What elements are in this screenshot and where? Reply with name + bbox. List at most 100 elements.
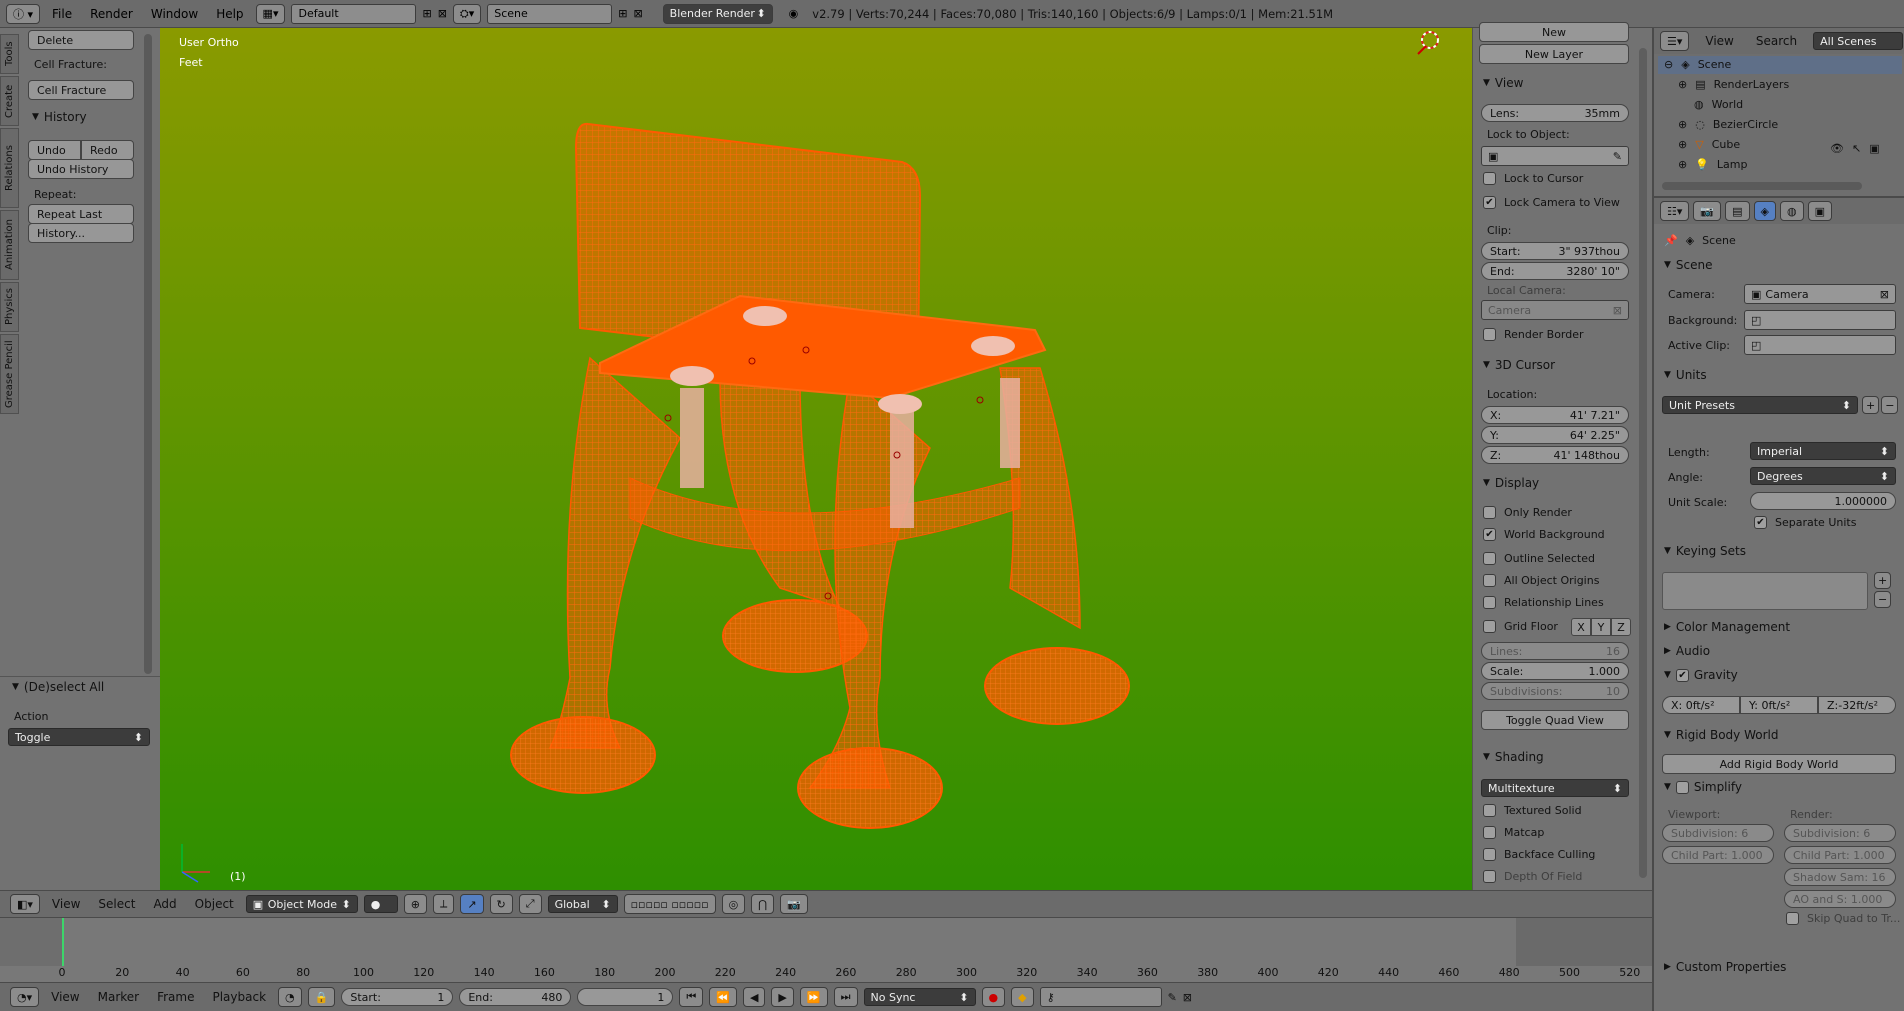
keying-sets-panel-header[interactable]: ▼ Keying Sets — [1664, 544, 1746, 558]
3d-cursor-panel-header[interactable]: ▼ 3D Cursor — [1483, 358, 1555, 372]
depth-of-field-row[interactable]: Depth Of Field — [1483, 870, 1582, 883]
properties-editor-button[interactable]: ☷▾ — [1660, 201, 1690, 221]
menu-select[interactable]: Select — [92, 897, 141, 911]
add-rigid-body-world-button[interactable]: Add Rigid Body World — [1662, 754, 1896, 774]
tab-create[interactable]: Create — [0, 76, 19, 126]
render-child-particles-field[interactable]: Child Part: 1.000 — [1784, 846, 1896, 864]
mode-dropdown[interactable]: ▣ Object Mode ⬍ — [245, 895, 358, 913]
axis-y-toggle[interactable]: Y — [1591, 618, 1611, 636]
only-render-row[interactable]: Only Render — [1483, 506, 1572, 519]
toggle-quad-view-button[interactable]: Toggle Quad View — [1481, 710, 1629, 730]
close-icon[interactable]: ⊠ — [1613, 304, 1622, 317]
render-subdivision-field[interactable]: Subdivision: 6 — [1784, 824, 1896, 842]
local-camera-field[interactable]: Camera ⊠ — [1481, 300, 1629, 320]
render-border-row[interactable]: Render Border — [1483, 328, 1584, 341]
viewport-child-particles-field[interactable]: Child Part: 1.000 — [1662, 846, 1774, 864]
audio-panel-header[interactable]: ▶ Audio — [1664, 644, 1710, 658]
rotate-manipulator[interactable]: ↻ — [489, 894, 513, 914]
add-layout-icon[interactable]: ⊞ — [422, 7, 431, 20]
outliner-item-cube[interactable]: ⊕ ▽ Cube — [1678, 138, 1740, 151]
layers-widget[interactable]: ▫▫▫▫▫ ▫▫▫▫▫ — [623, 894, 716, 914]
separate-units-checkbox[interactable]: ✔ — [1754, 516, 1767, 529]
lens-field[interactable]: Lens: 35mm — [1481, 104, 1629, 122]
outliner-editor-button[interactable]: ☰▾ — [1660, 31, 1690, 51]
tab-relations[interactable]: Relations — [0, 128, 19, 208]
eye-icon[interactable]: 👁 — [1830, 142, 1844, 155]
grid-lines-field[interactable]: Lines: 16 — [1481, 642, 1629, 660]
jump-start-button[interactable]: ⏮ — [679, 987, 704, 1007]
keying-sets-list[interactable] — [1662, 572, 1868, 610]
history-panel-header[interactable]: ▼ History — [32, 110, 87, 124]
timeline-menu-marker[interactable]: Marker — [92, 990, 145, 1004]
only-render-checkbox[interactable] — [1483, 506, 1496, 519]
display-panel-header[interactable]: ▼ Display — [1483, 476, 1539, 490]
preview-range-button[interactable]: ◔ — [278, 987, 302, 1007]
undo-history-button[interactable]: Undo History — [28, 159, 134, 179]
tab-grease-pencil[interactable]: Grease Pencil — [0, 334, 19, 414]
outline-selected-row[interactable]: Outline Selected — [1483, 552, 1595, 565]
layers-tab-icon[interactable]: ▤ — [1725, 201, 1750, 221]
axis-x-toggle[interactable]: X — [1571, 618, 1591, 636]
history-button[interactable]: History... — [28, 223, 134, 243]
background-field[interactable]: ◰ — [1744, 310, 1896, 330]
add-preset-icon[interactable]: + — [1862, 396, 1880, 414]
tab-tools[interactable]: Tools — [0, 34, 19, 74]
timeline-menu-frame[interactable]: Frame — [151, 990, 200, 1004]
timeline-menu-view[interactable]: View — [45, 990, 85, 1004]
remove-layout-icon[interactable]: ⊠ — [438, 7, 447, 20]
unit-scale-field[interactable]: 1.000000 — [1750, 492, 1896, 510]
menu-render[interactable]: Render — [84, 7, 139, 21]
layout-name-field[interactable]: Default — [291, 3, 417, 24]
cursor-y-field[interactable]: Y: 64' 2.25" — [1481, 426, 1629, 444]
lock-to-cursor-checkbox[interactable] — [1483, 172, 1496, 185]
scene-tab-icon[interactable]: ◈ — [1753, 201, 1776, 221]
view-panel-header[interactable]: ▼ View — [1483, 76, 1523, 90]
textured-solid-checkbox[interactable] — [1483, 804, 1496, 817]
gravity-x-field[interactable]: X: 0ft/s² — [1662, 696, 1740, 714]
all-origins-row[interactable]: All Object Origins — [1483, 574, 1599, 587]
outliner-item-world[interactable]: ◍ World — [1694, 98, 1743, 111]
gravity-y-field[interactable]: Y: 0ft/s² — [1740, 696, 1818, 714]
skip-quad-checkbox[interactable] — [1786, 912, 1799, 925]
clip-start-field[interactable]: Start: 3" 937thou — [1481, 242, 1629, 260]
separate-units-row[interactable]: ✔ Separate Units — [1754, 516, 1856, 529]
viewport-subdivision-field[interactable]: Subdivision: 6 — [1662, 824, 1774, 842]
timeline-menu-playback[interactable]: Playback — [206, 990, 272, 1004]
axis-z-toggle[interactable]: Z — [1611, 618, 1631, 636]
action-dropdown[interactable]: Toggle ⬍ — [8, 728, 150, 746]
angle-dropdown[interactable]: Degrees ⬍ — [1750, 467, 1896, 485]
info-editor-button[interactable]: ⓘ ▾ — [6, 3, 41, 24]
simplify-panel-header[interactable]: ▼ Simplify — [1664, 780, 1742, 794]
insert-keyframe-icon[interactable]: ✎ — [1168, 991, 1177, 1004]
menu-help[interactable]: Help — [210, 7, 249, 21]
menu-object[interactable]: Object — [189, 897, 240, 911]
add-keying-set-icon[interactable]: + — [1874, 572, 1892, 589]
scene-name-field[interactable]: Scene — [487, 3, 613, 24]
delete-keyframe-icon[interactable]: ⊠ — [1183, 991, 1192, 1004]
record-button[interactable]: ● — [981, 987, 1006, 1007]
new-layer-button[interactable]: New Layer — [1479, 44, 1629, 64]
npanel-scrollbar[interactable] — [1639, 48, 1647, 878]
3d-viewport[interactable]: User Ortho Feet (1) — [160, 28, 1472, 890]
unit-presets-dropdown[interactable]: Unit Presets ⬍ — [1662, 396, 1858, 414]
render-icon[interactable]: ▣ — [1869, 142, 1879, 155]
scene-browse-button[interactable]: ⛭▾ — [452, 3, 482, 24]
matcap-row[interactable]: Matcap — [1483, 826, 1544, 839]
redo-button[interactable]: Redo — [81, 140, 134, 160]
render-engine-dropdown[interactable]: Blender Render ⬍ — [662, 3, 773, 24]
shading-mode-dropdown[interactable]: Multitexture ⬍ — [1481, 779, 1629, 797]
lock-camera-row[interactable]: ✔ Lock Camera to View — [1483, 196, 1620, 209]
cursor-z-field[interactable]: Z: 41' 148thou — [1481, 446, 1629, 464]
new-grease-button[interactable]: New — [1479, 22, 1629, 42]
relationship-lines-row[interactable]: Relationship Lines — [1483, 596, 1604, 609]
shadow-samples-field[interactable]: Shadow Sam: 16 — [1784, 868, 1896, 886]
matcap-checkbox[interactable] — [1483, 826, 1496, 839]
pin-icon[interactable]: 📌 — [1664, 234, 1678, 247]
menu-file[interactable]: File — [46, 7, 78, 21]
simplify-checkbox[interactable] — [1675, 780, 1689, 794]
timeline-editor-type-button[interactable]: ◔▾ — [10, 987, 40, 1007]
outliner-item-beziercircle[interactable]: ⊕ ◌ BezierCircle — [1678, 118, 1778, 131]
outliner-item-renderlayers[interactable]: ⊕ ▤ RenderLayers — [1678, 78, 1789, 91]
clip-end-field[interactable]: End: 3280' 10" — [1481, 262, 1629, 280]
backface-culling-checkbox[interactable] — [1483, 848, 1496, 861]
